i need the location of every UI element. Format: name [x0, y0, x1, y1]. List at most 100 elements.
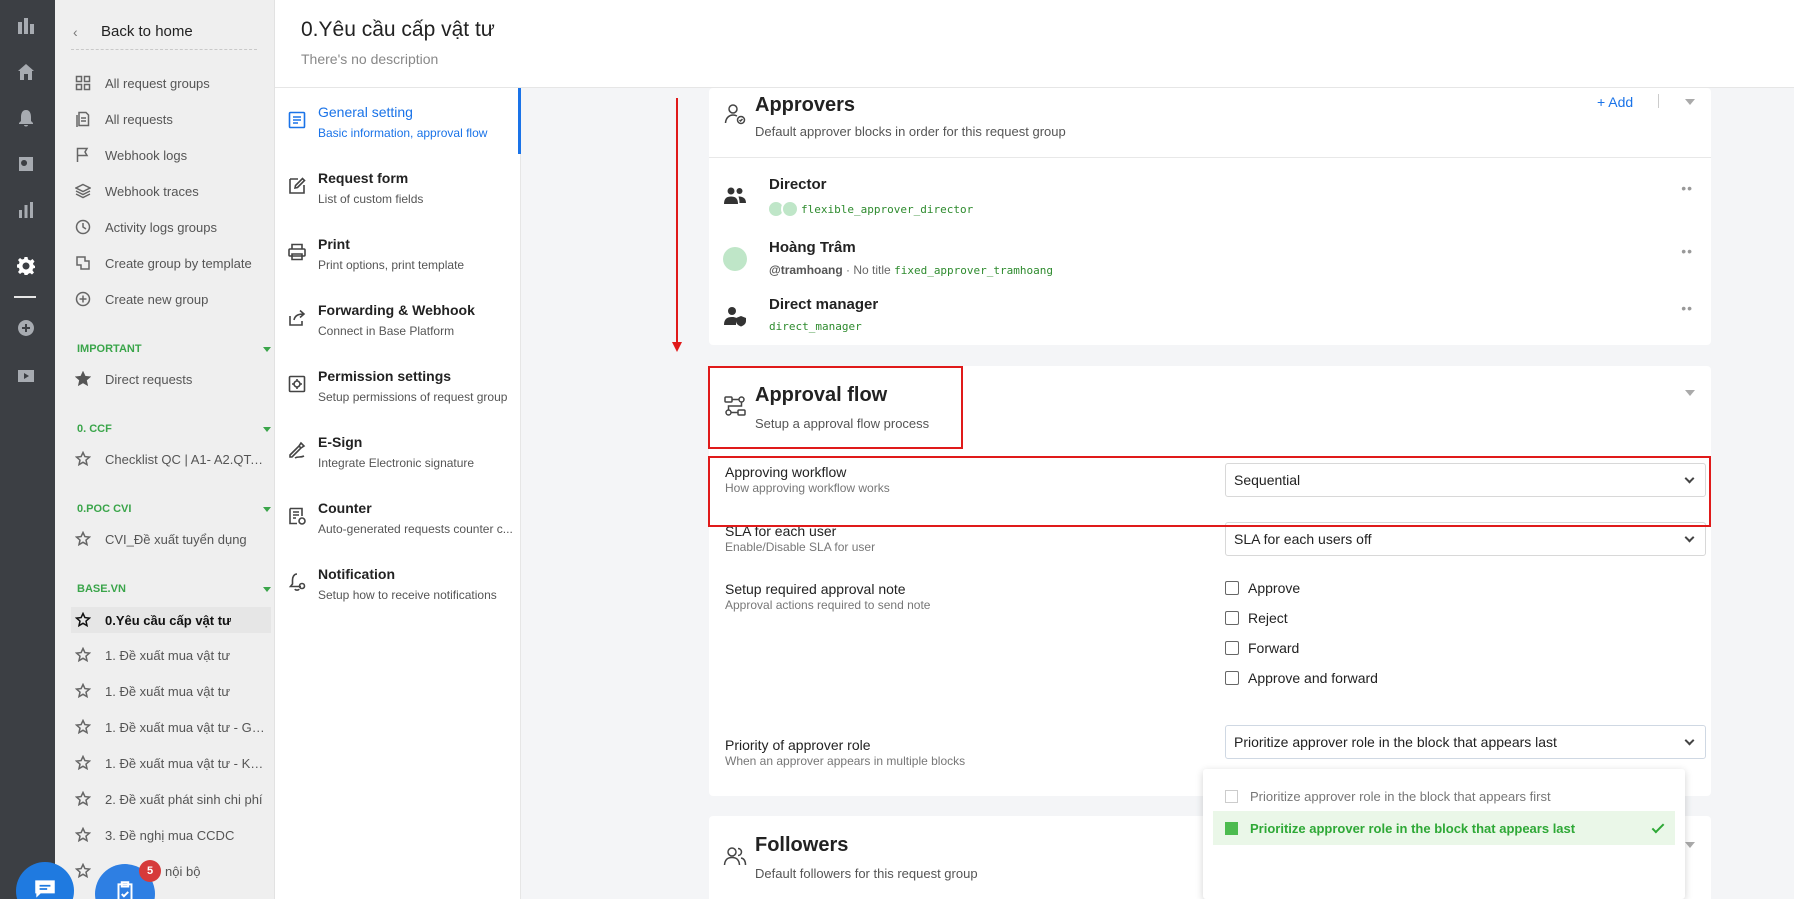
caret-down-icon: [263, 506, 271, 512]
menu-title: E-Sign: [318, 434, 363, 450]
menu-subtitle: Setup how to receive notifications: [318, 588, 497, 602]
option-appears-last[interactable]: Prioritize approver role in the block th…: [1213, 811, 1675, 845]
nav-item-create-group-by-template[interactable]: Create group by template: [75, 251, 265, 275]
nav-item-direct-requests[interactable]: Direct requests: [75, 367, 265, 391]
option-appears-first[interactable]: Prioritize approver role in the block th…: [1213, 779, 1675, 813]
star-icon: [75, 827, 91, 843]
add-separator: [1658, 94, 1659, 108]
search-icon[interactable]: [14, 152, 38, 176]
checkbox-reject[interactable]: Reject: [1225, 610, 1288, 626]
checkbox-approve-and-forward[interactable]: Approve and forward: [1225, 670, 1378, 686]
nav-item-create-new-group[interactable]: Create new group: [75, 287, 265, 311]
option-checkbox: [1225, 821, 1238, 835]
nav-item-label: Checklist QC | A1- A2.QT.1...: [105, 451, 265, 467]
nav-item-de-nghi-mua-ccdc[interactable]: 3. Đề nghị mua CCDC: [75, 823, 265, 847]
nav-item-cvi-de-xuat-tuyen-dung[interactable]: CVI_Đề xuất tuyển dụng: [75, 527, 265, 551]
section-0-poc-cvi[interactable]: 0.POC CVI: [77, 503, 271, 515]
approver-row-director[interactable]: Director flexible_approver_director ••: [723, 176, 1693, 226]
nav-item-label: Create new group: [105, 291, 209, 307]
drag-handle-icon[interactable]: ••: [1681, 300, 1693, 316]
nav-item-all-request-groups[interactable]: All request groups: [75, 71, 265, 95]
nav-item-activity-logs-groups[interactable]: Activity logs groups: [75, 215, 265, 239]
gear-icon[interactable]: [14, 254, 38, 278]
menu-subtitle: Print options, print template: [318, 258, 465, 272]
priority-select[interactable]: Prioritize approver role in the block th…: [1225, 725, 1706, 759]
nav-item-label: Webhook logs: [105, 147, 188, 163]
add-approver-button[interactable]: + Add: [1597, 94, 1633, 110]
sla-select[interactable]: SLA for each users off: [1225, 522, 1706, 556]
menu-e-sign[interactable]: E-Sign Integrate Electronic signature: [275, 418, 521, 484]
nav-item-de-xuat-phat-sinh-chi-phi[interactable]: 2. Đề xuất phát sinh chi phí: [75, 787, 265, 811]
priority-label: Priority of approver role: [725, 737, 871, 753]
menu-request-form[interactable]: Request form List of custom fields: [275, 154, 521, 220]
drag-handle-icon[interactable]: ••: [1681, 243, 1693, 259]
menu-notification[interactable]: Notification Setup how to receive notifi…: [275, 550, 521, 616]
nav-item-yeu-cau-cap-vat-tu[interactable]: 0.Yêu cầu cấp vật tư: [71, 607, 271, 633]
collapse-followers-caret-icon[interactable]: [1685, 842, 1695, 848]
star-icon: [75, 719, 91, 735]
menu-title: General setting: [318, 104, 413, 120]
nav-item-de-xuat-mua-vat-tu-1[interactable]: 1. Đề xuất mua vật tư: [75, 643, 265, 667]
document-icon: [288, 111, 306, 129]
chart-icon[interactable]: [14, 198, 38, 222]
bell-gear-icon: [288, 573, 306, 591]
section-0-ccf[interactable]: 0. CCF: [77, 423, 271, 435]
menu-title: Print: [318, 236, 350, 252]
section-important[interactable]: IMPORTANT: [77, 343, 271, 355]
menu-subtitle: Integrate Electronic signature: [318, 456, 475, 470]
collapse-approval-flow-caret-icon[interactable]: [1685, 390, 1695, 396]
option-label: Prioritize approver role in the block th…: [1250, 820, 1576, 836]
menu-forwarding-webhook[interactable]: Forwarding & Webhook Connect in Base Pla…: [275, 286, 521, 352]
avatar: [723, 247, 747, 271]
nav-item-label: 0.Yêu cầu cấp vật tư: [105, 612, 232, 628]
approver-name: Hoàng Trâm: [769, 239, 856, 256]
followers-title: Followers: [755, 834, 849, 856]
approver-title: · No title: [842, 263, 895, 277]
bell-icon[interactable]: [14, 106, 38, 130]
menu-general-setting[interactable]: General setting Basic information, appro…: [275, 88, 521, 154]
nav-item-checklist-qc[interactable]: Checklist QC | A1- A2.QT.1...: [75, 447, 265, 471]
plus-circle-icon[interactable]: [14, 316, 38, 340]
nav-item-label: nội bộ: [165, 863, 201, 879]
nav-item-label: Activity logs groups: [105, 219, 217, 235]
rail-divider: [14, 296, 36, 298]
approver-name: Direct manager: [769, 296, 879, 313]
approver-meta: direct_manager: [769, 320, 862, 333]
nav-item-label: 1. Đề xuất mua vật tư: [105, 647, 231, 663]
annotation-box-approval-flow: [708, 366, 963, 449]
back-to-home[interactable]: ‹ Back to home: [71, 14, 257, 50]
approver-code: direct_manager: [769, 320, 862, 333]
approver-row-direct-manager[interactable]: Direct manager direct_manager ••: [723, 296, 1693, 346]
nav-item-de-xuat-mua-vat-tu-ke[interactable]: 1. Đề xuất mua vật tư - Kế ...: [75, 751, 265, 775]
nav-item-webhook-logs[interactable]: Webhook logs: [75, 143, 265, 167]
nav-item-webhook-traces[interactable]: Webhook traces: [75, 179, 265, 203]
checkbox-box: [1225, 581, 1239, 595]
nav-item-label: Direct requests: [105, 371, 193, 387]
approval-note-sub: Approval actions required to send note: [725, 598, 931, 612]
collapse-approvers-caret-icon[interactable]: [1685, 99, 1695, 105]
checkbox-approve[interactable]: Approve: [1225, 580, 1300, 596]
printer-icon: [288, 243, 306, 261]
checkbox-forward[interactable]: Forward: [1225, 640, 1299, 656]
drag-handle-icon[interactable]: ••: [1681, 180, 1693, 196]
nav-item-all-requests[interactable]: All requests: [75, 107, 265, 131]
section-title: 0. CCF: [77, 423, 112, 435]
priority-sub: When an approver appears in multiple blo…: [725, 754, 966, 768]
play-icon[interactable]: [14, 364, 38, 388]
nav-item-label: CVI_Đề xuất tuyển dụng: [105, 531, 247, 547]
page-description: There's no description: [301, 51, 439, 67]
section-base-vn[interactable]: BASE.VN: [77, 583, 271, 595]
base-logo-icon[interactable]: [14, 14, 38, 38]
approver-row-hoang-tram[interactable]: Hoàng Trâm @tramhoang · No title fixed_a…: [723, 239, 1693, 289]
section-title: 0.POC CVI: [77, 503, 132, 515]
home-icon[interactable]: [14, 60, 38, 84]
menu-permission-settings[interactable]: Permission settings Setup permissions of…: [275, 352, 521, 418]
menu-counter[interactable]: Counter Auto-generated requests counter …: [275, 484, 521, 550]
menu-print[interactable]: Print Print options, print template: [275, 220, 521, 286]
settings-menu: General setting Basic information, appro…: [275, 88, 521, 899]
counter-icon: [289, 507, 306, 525]
nav-item-de-xuat-mua-vat-tu-2[interactable]: 1. Đề xuất mua vật tư: [75, 679, 265, 703]
back-label: Back to home: [101, 23, 193, 40]
approver-handle: @tramhoang: [769, 263, 843, 277]
nav-item-de-xuat-mua-vat-tu-gia[interactable]: 1. Đề xuất mua vật tư - Giá...: [75, 715, 265, 739]
